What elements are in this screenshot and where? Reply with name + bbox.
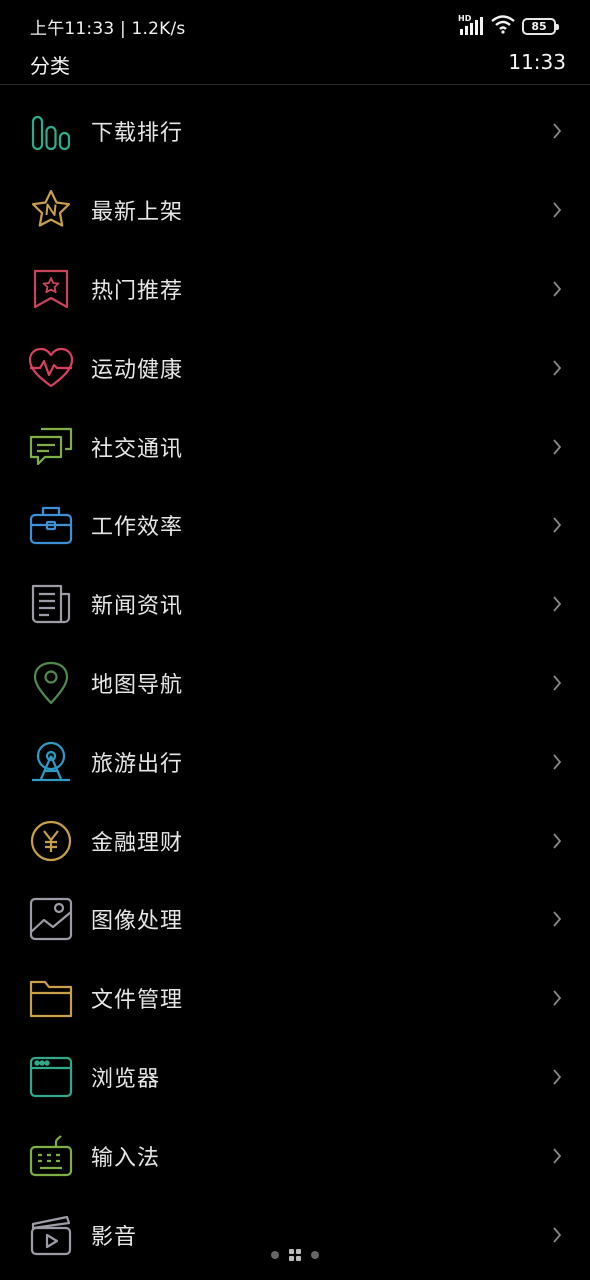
category-label: 图像处理 [91, 909, 184, 935]
category-item-hot-picks[interactable]: 热门推荐 [0, 250, 590, 329]
header-bar: 分类 11:33 [0, 48, 590, 85]
chat-bubbles-icon [27, 423, 75, 471]
signal-icon: HD [458, 14, 484, 36]
category-item-new-arrivals[interactable]: 最新上架 [0, 171, 590, 250]
briefcase-icon [27, 501, 75, 549]
category-item-health[interactable]: 运动健康 [0, 328, 590, 407]
bar-chart-icon [27, 107, 75, 155]
newspaper-icon [27, 580, 75, 628]
category-label: 文件管理 [91, 988, 184, 1014]
chevron-right-icon [553, 990, 562, 1006]
category-item-photo-editing[interactable]: 图像处理 [0, 880, 590, 959]
category-item-finance[interactable]: 金融理财 [0, 801, 590, 880]
category-item-downloads[interactable]: 下载排行 [0, 92, 590, 171]
network-type-label: HD [458, 14, 472, 23]
status-time-speed: 上午11:33 | 1.2K/s [30, 19, 186, 39]
category-list: 下载排行 最新上架 热门推荐 运动健康 社交通讯 工作效率 新闻资讯 地图导航 … [0, 92, 590, 1274]
category-item-social[interactable]: 社交通讯 [0, 407, 590, 486]
chevron-right-icon [553, 360, 562, 376]
battery-icon: 85 [522, 17, 559, 35]
chevron-right-icon [553, 1148, 562, 1164]
chevron-right-icon [553, 911, 562, 927]
status-icons: HD 85 [458, 14, 559, 38]
chevron-right-icon [553, 202, 562, 218]
category-item-travel[interactable]: 旅游出行 [0, 722, 590, 801]
page-dot [271, 1251, 279, 1259]
chevron-right-icon [553, 281, 562, 297]
category-item-maps[interactable]: 地图导航 [0, 644, 590, 723]
category-label: 输入法 [91, 1145, 161, 1171]
star-new-icon [27, 186, 75, 234]
category-label: 新闻资讯 [91, 594, 184, 620]
browser-window-icon [27, 1053, 75, 1101]
category-item-browser[interactable]: 浏览器 [0, 1038, 590, 1117]
page-title: 分类 [30, 54, 70, 78]
chevron-right-icon [553, 517, 562, 533]
category-label: 社交通讯 [91, 436, 184, 462]
battery-level: 85 [531, 19, 547, 33]
category-item-input-method[interactable]: 输入法 [0, 1116, 590, 1195]
page-dot [311, 1251, 319, 1259]
heart-pulse-icon [27, 344, 75, 392]
map-pin-icon [27, 659, 75, 707]
category-label: 最新上架 [91, 200, 184, 226]
ferris-wheel-icon [27, 738, 75, 786]
category-label: 金融理财 [91, 830, 184, 856]
folder-icon [27, 974, 75, 1022]
yuan-coin-icon [27, 817, 75, 865]
chevron-right-icon [553, 438, 562, 455]
wifi-icon [490, 14, 516, 38]
category-item-productivity[interactable]: 工作效率 [0, 486, 590, 565]
category-label: 运动健康 [91, 357, 184, 383]
chevron-right-icon [553, 754, 562, 770]
category-item-media[interactable]: 影音 [0, 1195, 590, 1274]
category-label: 工作效率 [91, 515, 184, 541]
category-item-news[interactable]: 新闻资讯 [0, 565, 590, 644]
chevron-right-icon [553, 832, 562, 849]
image-icon [27, 895, 75, 943]
category-label: 旅游出行 [91, 751, 184, 777]
category-label: 热门推荐 [91, 278, 184, 304]
page-indicator [0, 1248, 590, 1262]
header-clock: 11:33 [508, 50, 566, 74]
page-grid-icon [289, 1249, 301, 1261]
bookmark-star-icon [27, 265, 75, 313]
category-item-file-manager[interactable]: 文件管理 [0, 959, 590, 1038]
category-label: 下载排行 [91, 121, 184, 147]
keyboard-icon [27, 1132, 75, 1180]
chevron-right-icon [553, 123, 562, 139]
category-label: 地图导航 [91, 672, 184, 698]
chevron-right-icon [553, 1069, 562, 1085]
category-label: 浏览器 [91, 1066, 161, 1092]
category-label: 影音 [91, 1224, 138, 1250]
chevron-right-icon [553, 675, 562, 691]
chevron-right-icon [553, 596, 562, 612]
status-bar: 上午11:33 | 1.2K/s HD 85 [0, 0, 590, 48]
chevron-right-icon [553, 1226, 562, 1243]
